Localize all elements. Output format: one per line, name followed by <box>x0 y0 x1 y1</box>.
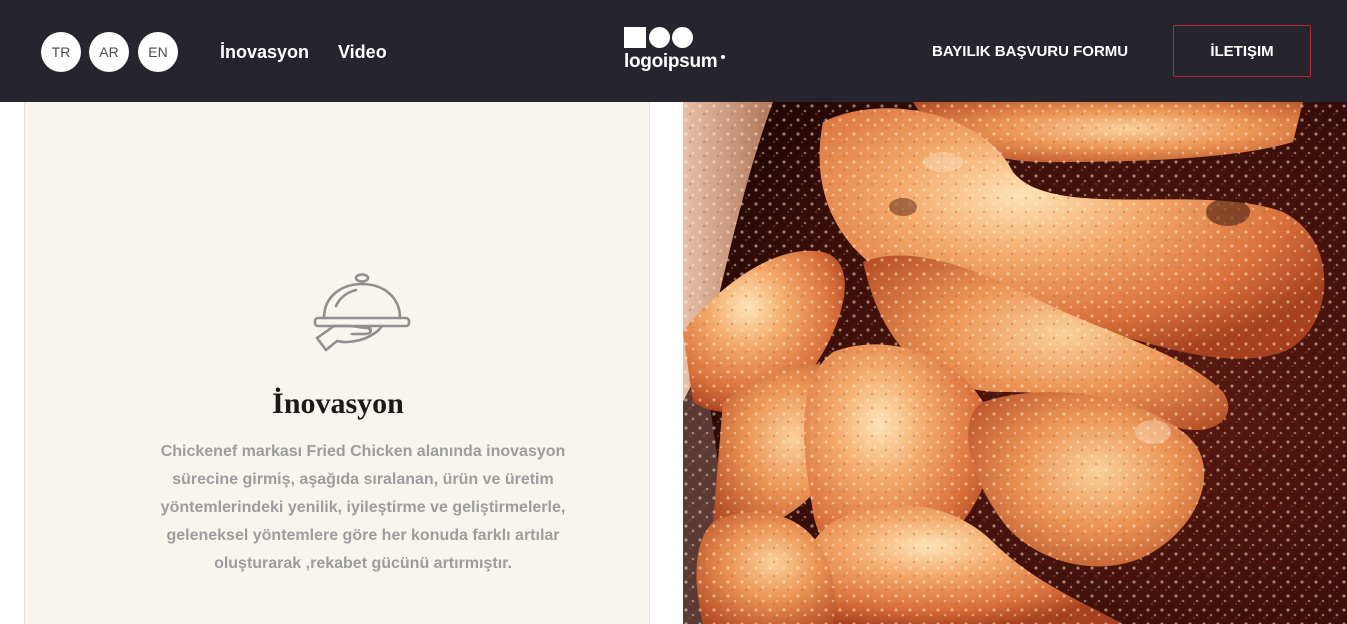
nav-link-inovasyon[interactable]: İnovasyon <box>220 41 309 63</box>
fried-chicken-photo <box>683 102 1347 624</box>
language-tr-button[interactable]: TR <box>41 32 81 72</box>
nav-link-video[interactable]: Video <box>338 41 387 63</box>
site-logo[interactable]: logoipsum <box>624 27 734 75</box>
cloche-serving-tray-icon <box>313 273 411 352</box>
franchise-application-link[interactable]: BAYILIK BAŞVURU FORMU <box>932 42 1128 62</box>
panel-title: İnovasyon <box>272 387 404 420</box>
fried-chicken-image <box>683 102 1347 624</box>
innovation-panel: İnovasyon Chickenef markası Fried Chicke… <box>24 102 650 624</box>
panel-description: Chickenef markası Fried Chicken alanında… <box>160 443 566 572</box>
logo-registered-dot <box>721 55 725 59</box>
language-ar-button[interactable]: AR <box>89 32 129 72</box>
contact-button[interactable]: İLETIŞIM <box>1173 25 1311 77</box>
language-en-button[interactable]: EN <box>138 32 178 72</box>
logo-wordmark: logoipsum <box>624 51 718 72</box>
main-content: İnovasyon Chickenef markası Fried Chicke… <box>0 102 1347 624</box>
logo-mark-icon <box>624 27 693 48</box>
site-header: TR AR EN İnovasyon Video logoipsum BAYIL… <box>0 0 1347 102</box>
